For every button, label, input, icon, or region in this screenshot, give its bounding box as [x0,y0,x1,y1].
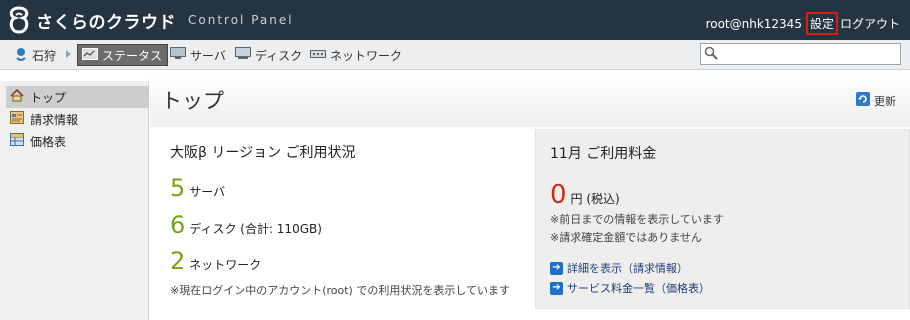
sidebar-item-label: 価格表 [30,134,67,149]
tab-server[interactable]: サーバ [170,44,226,66]
tab-disk-label: ディスク [255,48,303,63]
main-content: トップ 更新 大阪β リージョン ご利用状況 5 サーバ 6 ディスク (合計:… [150,71,910,320]
app-header: さくらのクラウド Control Panel root@nhk12345 設定 … [0,0,910,40]
sidebar-item-invoice[interactable]: 請求情報 [6,108,149,130]
logo-subtitle: Control Panel [188,13,294,27]
zone-label: 石狩 [32,48,57,63]
arrow-right-icon: ➔ [550,281,563,295]
disk-label: ディスク (合計: 110GB) [189,222,322,236]
amount-unit: 円 (税込) [570,192,620,206]
location-pin-icon [14,47,28,64]
sakura-logo-icon [9,6,29,34]
disk-count-stat[interactable]: 6 ディスク (合計: 110GB) [170,211,322,239]
sidebar: トップ 請求情報 価格表 [0,81,149,320]
price-list-label: サービス料金一覧（価格表） [567,282,710,295]
page-title: トップ [161,89,224,113]
invoice-detail-label: 詳細を表示（請求情報） [567,262,688,275]
sidebar-item-label: 請求情報 [30,112,79,127]
tab-status[interactable]: ステータス [77,44,169,66]
home-icon [10,88,24,105]
server-icon [170,47,186,63]
price-list-link[interactable]: ➔ サービス料金一覧（価格表） [550,280,710,296]
billing-panel: 11月 ご利用料金 0 円 (税込) ※前日までの情報を表示しています ※請求確… [535,129,910,309]
network-label: ネットワーク [189,258,262,272]
status-icon [82,47,98,63]
network-count-stat[interactable]: 2 ネットワーク [170,247,261,275]
search-icon [704,46,718,60]
usage-note: ※現在ログイン中のアカウント(root) での利用状況を表示しています [170,284,511,297]
tab-disk[interactable]: ディスク [235,44,302,66]
refresh-icon [856,92,870,109]
user-account: root@nhk12345 [705,16,802,31]
usage-title: 大阪β リージョン ご利用状況 [170,145,356,161]
invoice-icon [10,111,24,127]
tab-network-label: ネットワーク [330,48,403,63]
price-table-icon [10,133,24,149]
arrow-right-icon: ➔ [550,261,563,275]
sidebar-item-price-table[interactable]: 価格表 [6,130,149,152]
search-input[interactable] [700,43,901,65]
refresh-button[interactable]: 更新 [856,92,896,109]
billing-note-1: ※前日までの情報を表示しています [550,213,724,226]
title-band: トップ 更新 [150,71,910,127]
invoice-detail-link[interactable]: ➔ 詳細を表示（請求情報） [550,260,688,276]
server-count: 5 [170,174,186,202]
network-icon [310,48,326,63]
tab-server-label: サーバ [190,48,226,63]
billing-amount: 0 円 (税込) [550,180,620,210]
disk-count: 6 [170,211,186,239]
server-count-stat[interactable]: 5 サーバ [170,174,225,202]
amount-value: 0 [550,180,567,210]
tab-status-label: ステータス [102,48,163,63]
sidebar-item-label: トップ [30,90,67,105]
zone-selector[interactable]: 石狩 [14,44,56,66]
disk-icon [235,47,251,63]
logout-link[interactable]: ログアウト [840,15,900,32]
billing-note-2: ※請求確定金額ではありません [550,231,702,244]
network-count: 2 [170,247,186,275]
usage-panel: 大阪β リージョン ご利用状況 5 サーバ 6 ディスク (合計: 110GB)… [155,129,535,319]
server-label: サーバ [189,185,226,199]
billing-title: 11月 ご利用料金 [550,146,657,162]
tab-network[interactable]: ネットワーク [310,44,402,66]
chevron-right-icon [66,50,71,58]
search-icon-wrap [700,43,718,65]
sidebar-item-top[interactable]: トップ [6,86,149,108]
settings-link[interactable]: 設定 [805,12,838,35]
logo[interactable]: さくらのクラウド Control Panel [6,6,294,34]
refresh-label: 更新 [874,94,896,108]
logo-text: さくらのクラウド [36,12,176,33]
